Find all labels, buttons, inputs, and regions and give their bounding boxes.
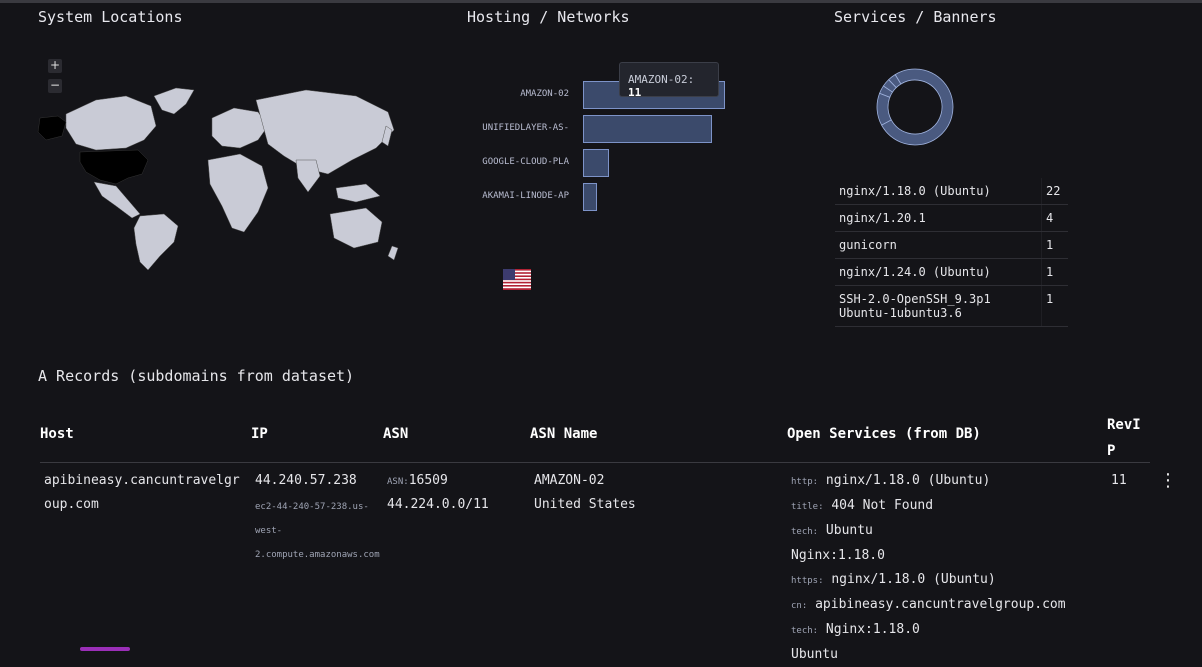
row-country: United States	[534, 497, 636, 512]
col-ip[interactable]: IP	[251, 426, 268, 442]
bar-label: GOOGLE-CLOUD-PLA	[482, 157, 569, 167]
row-revip: 11	[1111, 473, 1127, 488]
asn-number: 16509	[408, 473, 448, 488]
service-value: Ubuntu	[791, 647, 838, 662]
map-asia	[255, 89, 395, 175]
service-value: Nginx:1.18.0	[825, 622, 920, 637]
service-row: nginx/1.24.0 (Ubuntu) 1	[835, 258, 1068, 286]
service-value: nginx/1.18.0 (Ubuntu)	[825, 473, 991, 488]
world-map[interactable]	[36, 56, 416, 281]
service-name: gunicorn	[835, 231, 1042, 259]
a-records-title: A Records (subdomains from dataset)	[38, 367, 355, 385]
row-ip: 44.240.57.238	[255, 473, 357, 488]
tooltip-value: 11	[628, 86, 642, 99]
row-asn: ASN:16509	[387, 469, 448, 494]
map-mexico	[93, 181, 141, 219]
col-host[interactable]: Host	[40, 426, 74, 442]
service-row: nginx/1.20.1 4	[835, 204, 1068, 232]
bar[interactable]	[583, 115, 713, 143]
tooltip-label: AMAZON-02:	[628, 73, 695, 86]
map-africa	[207, 153, 269, 233]
service-key: cn:	[791, 601, 808, 611]
map-south-america	[133, 213, 179, 271]
service-value: 404 Not Found	[831, 498, 934, 513]
bar[interactable]	[583, 183, 597, 211]
map-usa	[79, 149, 149, 185]
services-banners-title: Services / Banners	[834, 8, 997, 26]
service-count: 22	[1041, 178, 1068, 205]
service-entry: cn: apibineasy.cancuntravelgroup.com	[791, 593, 1066, 618]
services-donut-chart	[876, 68, 954, 146]
world-map-svg	[37, 87, 399, 271]
system-locations-title: System Locations	[38, 8, 183, 26]
service-count: 1	[1041, 231, 1068, 259]
row-open-services: http: nginx/1.18.0 (Ubuntu) title: 404 No…	[791, 469, 1066, 667]
service-count: 1	[1041, 258, 1068, 286]
col-open-services[interactable]: Open Services (from DB)	[787, 426, 981, 442]
service-entry: tech: Nginx:1.18.0	[791, 618, 1066, 643]
service-value: nginx/1.18.0 (Ubuntu)	[831, 572, 996, 587]
col-asn[interactable]: ASN	[383, 426, 408, 442]
service-value: apibineasy.cancuntravelgroup.com	[815, 597, 1066, 612]
service-count: 1	[1041, 285, 1068, 327]
service-value: Ubuntu	[825, 523, 873, 538]
asn-prefix: ASN:	[387, 477, 409, 487]
col-asn-name[interactable]: ASN Name	[530, 426, 597, 442]
bar-tooltip: AMAZON-02: 11	[619, 62, 719, 99]
service-entry: tech: Ubuntu	[791, 519, 1066, 544]
row-host[interactable]: apibineasy.cancuntravelgroup.com	[44, 469, 244, 517]
purple-indicator	[80, 647, 130, 651]
bar-label: UNIFIEDLAYER-AS-	[482, 123, 569, 133]
map-nz	[387, 245, 399, 261]
service-name: nginx/1.20.1	[835, 204, 1042, 232]
map-se-asia	[335, 183, 381, 203]
us-flag-icon	[503, 269, 531, 290]
bar-label: AKAMAI-LINODE-AP	[482, 191, 569, 201]
service-entry: http: nginx/1.18.0 (Ubuntu)	[791, 469, 1066, 494]
top-border	[0, 0, 1202, 3]
services-table: nginx/1.18.0 (Ubuntu) 22 nginx/1.20.1 4 guni…	[835, 178, 1068, 327]
header-divider	[40, 462, 1150, 463]
service-count: 4	[1041, 204, 1068, 232]
map-india	[295, 159, 321, 193]
service-key: tech:	[791, 626, 819, 636]
donut-slice[interactable]	[876, 92, 892, 126]
service-name: SSH-2.0-OpenSSH_9.3p1 Ubuntu-1ubuntu3.6	[835, 285, 1042, 327]
service-entry: https: nginx/1.18.0 (Ubuntu)	[791, 568, 1066, 593]
service-entry: Ubuntu	[791, 643, 1066, 667]
map-canada	[65, 95, 157, 151]
map-greenland	[153, 87, 195, 115]
service-row: gunicorn 1	[835, 231, 1068, 259]
service-key: http:	[791, 477, 819, 487]
service-value: Nginx:1.18.0	[791, 548, 885, 563]
row-actions-kebab-icon[interactable]: ⋮	[1159, 470, 1177, 491]
row-cidr: 44.224.0.0/11	[387, 497, 489, 512]
row-rdns: ec2-44-240-57-238.us-west-2.compute.amaz…	[255, 502, 380, 560]
bar-label: AMAZON-02	[520, 89, 569, 99]
service-key: https:	[791, 576, 824, 586]
bar[interactable]	[583, 149, 609, 177]
service-name: nginx/1.18.0 (Ubuntu)	[835, 178, 1042, 205]
service-key: title:	[791, 502, 824, 512]
service-row: nginx/1.18.0 (Ubuntu) 22	[835, 178, 1068, 205]
hosting-networks-title: Hosting / Networks	[467, 8, 630, 26]
row-asn-name: AMAZON-02	[534, 473, 605, 488]
service-row: SSH-2.0-OpenSSH_9.3p1 Ubuntu-1ubuntu3.6 1	[835, 285, 1068, 327]
service-key: tech:	[791, 527, 819, 537]
map-australia	[329, 207, 383, 249]
map-alaska	[37, 115, 67, 141]
service-entry: title: 404 Not Found	[791, 494, 1066, 519]
service-entry: Nginx:1.18.0	[791, 544, 1066, 568]
col-revip[interactable]: RevIP	[1107, 412, 1143, 464]
service-name: nginx/1.24.0 (Ubuntu)	[835, 258, 1042, 286]
